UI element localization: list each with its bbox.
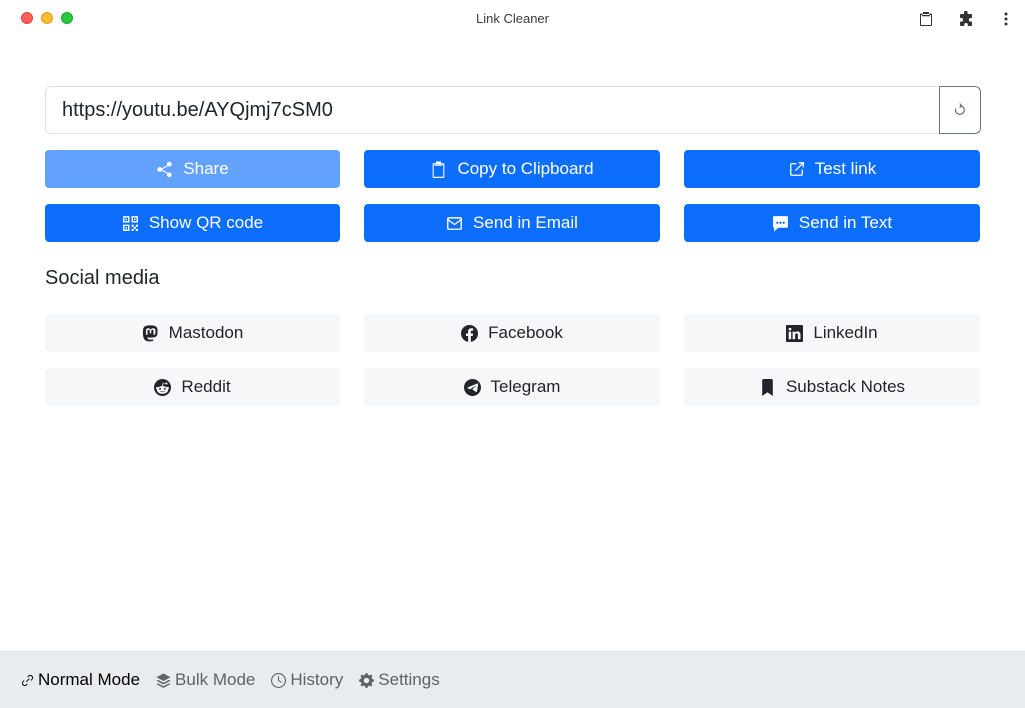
nav-history[interactable]: History (271, 670, 343, 690)
copy-to-clipboard-label: Copy to Clipboard (457, 159, 594, 178)
qr-code-icon (122, 215, 138, 231)
test-link-label: Test link (814, 159, 877, 178)
reddit-button[interactable]: Reddit (45, 368, 340, 406)
telegram-icon (463, 378, 481, 396)
nav-normal-mode-label: Normal Mode (38, 670, 141, 689)
more-options-icon[interactable] (997, 10, 1015, 28)
reset-icon (954, 103, 965, 115)
substack-notes-button[interactable]: Substack Notes (684, 368, 980, 406)
test-link-button[interactable]: Test link (684, 150, 980, 188)
clipboard-icon[interactable] (917, 10, 935, 28)
share-icon (157, 161, 172, 177)
title-bar: Link Cleaner (0, 0, 1025, 38)
bookmark-icon (762, 378, 773, 396)
facebook-icon (461, 324, 479, 342)
gear-icon (359, 672, 375, 688)
envelope-icon (447, 216, 462, 230)
telegram-button[interactable]: Telegram (364, 368, 660, 406)
send-in-email-label: Send in Email (473, 213, 578, 232)
mastodon-icon (142, 324, 158, 341)
nav-settings-label: Settings (378, 670, 440, 689)
telegram-label: Telegram (490, 377, 561, 396)
nav-bulk-mode[interactable]: Bulk Mode (156, 670, 255, 690)
layers-icon (156, 672, 171, 688)
linkedin-icon (786, 324, 804, 342)
external-link-icon (789, 161, 804, 176)
substack-notes-label: Substack Notes (785, 377, 906, 396)
show-qr-code-button[interactable]: Show QR code (45, 204, 340, 242)
show-qr-code-label: Show QR code (148, 213, 264, 232)
chat-dots-icon (772, 215, 788, 231)
window-title: Link Cleaner (476, 11, 549, 26)
url-input[interactable] (45, 86, 939, 134)
copy-to-clipboard-button[interactable]: Copy to Clipboard (364, 150, 660, 188)
social-media-heading: Social media (45, 267, 160, 289)
nav-bulk-mode-label: Bulk Mode (175, 670, 256, 689)
send-in-text-button[interactable]: Send in Text (684, 204, 980, 242)
extension-puzzle-icon[interactable] (957, 10, 975, 28)
send-in-email-button[interactable]: Send in Email (364, 204, 660, 242)
reddit-label: Reddit (181, 377, 231, 396)
share-label: Share (183, 159, 229, 178)
nav-normal-mode[interactable]: Normal Mode (21, 670, 140, 690)
clock-icon (271, 672, 287, 688)
bottom-navigation: Normal Mode Bulk Mode History Settings (0, 651, 1025, 708)
linkedin-button[interactable]: LinkedIn (684, 314, 980, 352)
linkedin-label: LinkedIn (813, 323, 878, 342)
reddit-icon (154, 378, 172, 396)
mastodon-button[interactable]: Mastodon (45, 314, 340, 352)
reset-button[interactable] (939, 86, 981, 134)
clipboard-icon (433, 161, 445, 178)
mastodon-label: Mastodon (168, 323, 244, 342)
share-button[interactable]: Share (45, 150, 340, 188)
nav-settings[interactable]: Settings (359, 670, 440, 690)
facebook-button[interactable]: Facebook (364, 314, 660, 352)
facebook-label: Facebook (488, 323, 563, 342)
url-input-group (45, 86, 981, 134)
link-icon (21, 674, 34, 686)
nav-history-label: History (290, 670, 344, 689)
send-in-text-label: Send in Text (798, 213, 893, 232)
